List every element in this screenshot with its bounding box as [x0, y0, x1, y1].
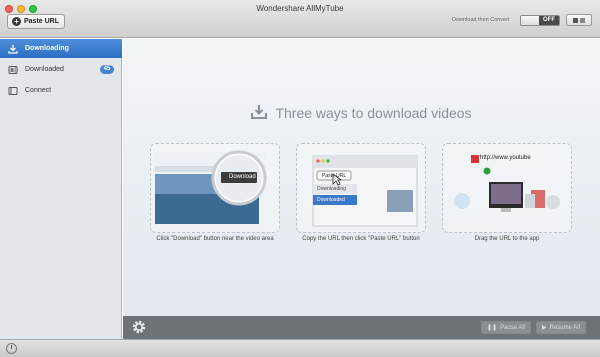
- method-caption-2: Copy the URL then click "Paste URL" butt…: [302, 236, 420, 242]
- method-card-paste-url: Paste URL Downloading Downloaded: [296, 143, 426, 233]
- gear-icon[interactable]: [131, 319, 147, 335]
- headline-text: Three ways to download videos: [275, 105, 472, 121]
- sidebar-item-label: Downloaded: [25, 66, 64, 73]
- download-then-convert-toggle[interactable]: OFF: [520, 15, 560, 26]
- title-bar: Wondershare AllMyTube + Paste URL Downlo…: [0, 0, 600, 38]
- download-icon: [8, 44, 18, 54]
- downloaded-count-badge: 45: [100, 65, 114, 74]
- bottom-toolbar: ❚❚ Pause All ▶ Resume All: [123, 316, 600, 339]
- pause-icon: ❚❚: [487, 325, 498, 331]
- drag-url-text: http://www.youtube: [480, 155, 531, 161]
- play-icon: ▶: [542, 325, 547, 331]
- sidebar-item-label: Downloading: [25, 45, 69, 52]
- download-then-convert-label: Download then Convert: [452, 17, 510, 23]
- sidebar-item-downloading[interactable]: Downloading: [0, 39, 122, 58]
- plus-icon: +: [12, 17, 21, 26]
- device-icon: [8, 86, 18, 96]
- method-caption-3: Drag the URL to the app: [474, 236, 540, 242]
- clock-icon[interactable]: [6, 343, 17, 354]
- pause-all-label: Pause All: [500, 324, 526, 331]
- window-title: Wondershare AllMyTube: [256, 4, 344, 13]
- download-tray-icon: [251, 105, 268, 121]
- inset-downloading-label: Downloading: [317, 186, 346, 192]
- inset-downloaded-label: Downloaded: [317, 197, 345, 203]
- grid-view-icon: [573, 17, 578, 23]
- browser-illustration: [153, 150, 267, 228]
- resume-all-button[interactable]: ▶ Resume All: [536, 321, 586, 334]
- inset-paste-url-label: Paste URL: [322, 173, 347, 179]
- list-view-icon: [580, 17, 585, 23]
- pause-all-button[interactable]: ❚❚ Pause All: [481, 321, 532, 334]
- status-bar: [0, 339, 600, 357]
- inset-download-label: Download: [229, 174, 256, 180]
- toggle-state-label: OFF: [539, 16, 559, 25]
- sidebar-item-label: Connect: [25, 87, 52, 94]
- method-card-download-button: Download: [150, 143, 280, 233]
- headline: Three ways to download videos: [123, 105, 600, 121]
- method-caption-1: Click "Download" button near the video a…: [156, 236, 274, 242]
- sidebar-item-connect[interactable]: Connect: [0, 81, 122, 100]
- view-mode-button[interactable]: [566, 14, 592, 26]
- app-window: Wondershare AllMyTube + Paste URL Downlo…: [0, 0, 600, 357]
- sidebar-item-downloaded[interactable]: Downloaded 45: [0, 60, 122, 79]
- method-card-drag-url: http://www.youtube: [442, 143, 572, 233]
- main-content: Three ways to download videos Download C…: [123, 39, 600, 316]
- sidebar: Downloading Downloaded 45 Connect: [0, 39, 122, 339]
- toggle-knob: [521, 16, 541, 25]
- paste-url-label: Paste URL: [24, 18, 60, 25]
- resume-all-label: Resume All: [549, 324, 580, 331]
- film-icon: [8, 65, 18, 75]
- paste-url-button[interactable]: + Paste URL: [7, 14, 65, 29]
